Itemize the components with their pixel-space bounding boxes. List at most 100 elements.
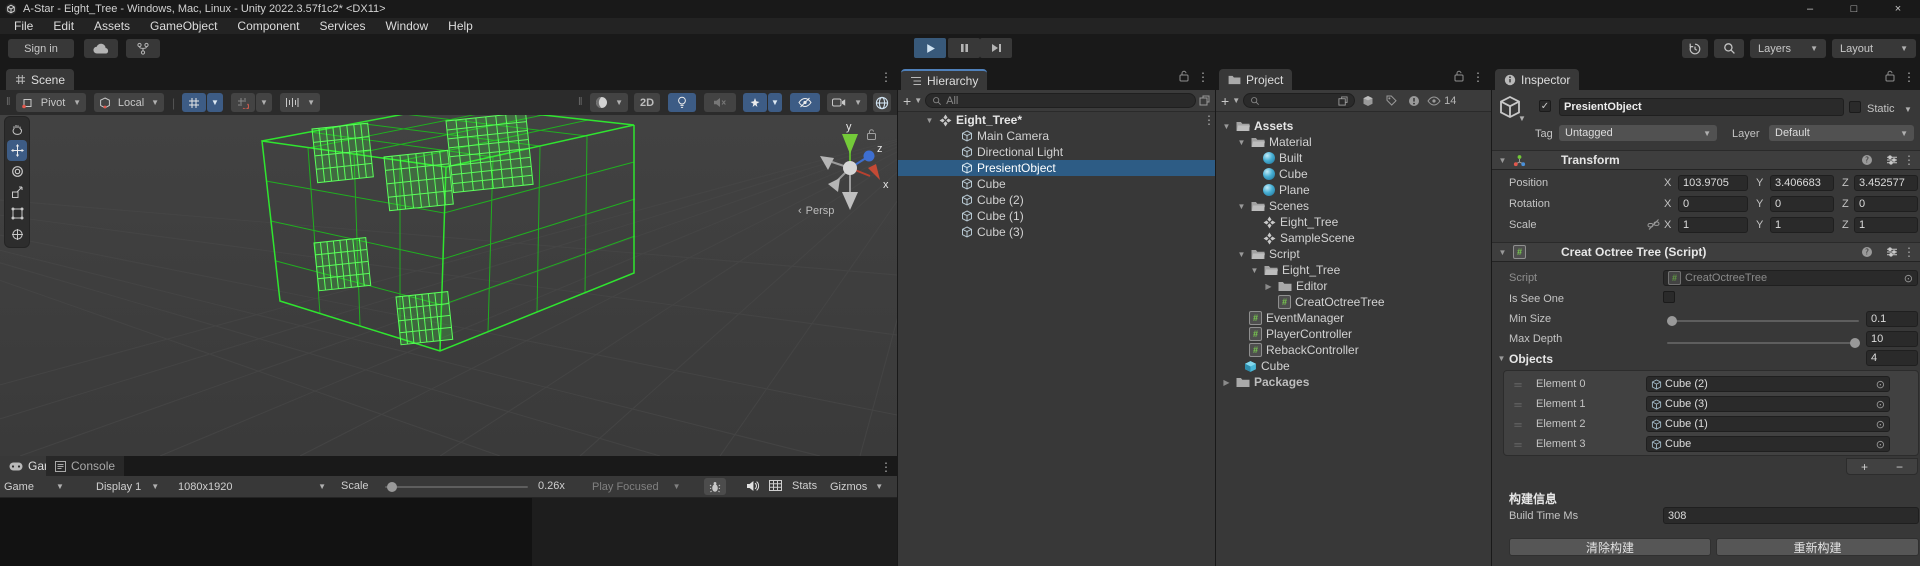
transform-kebab[interactable]: ⋮	[1903, 153, 1915, 167]
foldout-open-icon[interactable]: ▼	[1249, 266, 1260, 275]
play-button[interactable]	[914, 38, 946, 58]
static-checkbox[interactable]	[1849, 101, 1861, 113]
pause-button[interactable]	[948, 38, 980, 58]
drag-handle-icon[interactable]: ＝	[1513, 417, 1522, 432]
static-dropdown-chevron[interactable]: ▼	[1904, 105, 1912, 114]
object-picker-icon[interactable]: ⊙	[1904, 272, 1913, 285]
grid-visibility-toggle[interactable]	[182, 93, 206, 112]
scene-camera-dropdown[interactable]: ▼	[827, 93, 867, 112]
hierarchy-row[interactable]: Cube (2)	[898, 192, 1215, 208]
project-row[interactable]: Plane	[1216, 182, 1491, 198]
lock-icon[interactable]	[866, 128, 877, 141]
toolbar-search-button[interactable]	[1714, 39, 1744, 58]
object-picker-icon[interactable]: ⊙	[1876, 378, 1885, 391]
active-checkbox[interactable]: ✓	[1539, 100, 1551, 112]
hierarchy-row-selected[interactable]: PresientObject	[898, 160, 1215, 176]
hierarchy-row-scene-root[interactable]: ▼ Eight_Tree* ⋮	[898, 112, 1215, 128]
project-row[interactable]: ▼ Scenes	[1216, 198, 1491, 214]
sign-in-button[interactable]: Sign in	[8, 39, 74, 58]
menu-component[interactable]: Component	[227, 18, 309, 34]
drag-handle-icon[interactable]: ‖	[578, 96, 583, 108]
project-row[interactable]: Built	[1216, 150, 1491, 166]
layout-dropdown[interactable]: Layout ▼	[1832, 39, 1916, 58]
tab-scene[interactable]: Scene	[6, 69, 74, 90]
hierarchy-row[interactable]: Main Camera	[898, 128, 1215, 144]
menu-services[interactable]: Services	[309, 18, 375, 34]
help-icon[interactable]: ?	[1861, 154, 1873, 166]
icon-picker-chevron[interactable]: ▼	[1518, 114, 1526, 123]
max-depth-slider[interactable]	[1667, 342, 1859, 344]
presets-icon[interactable]	[1886, 247, 1898, 257]
menu-window[interactable]: Window	[375, 18, 438, 34]
move-tool[interactable]	[7, 140, 27, 161]
snap-increment-dropdown[interactable]: ▼	[280, 93, 320, 112]
project-row[interactable]: Eight_Tree	[1216, 214, 1491, 230]
lock-icon[interactable]	[1885, 70, 1895, 82]
chevron-down-icon[interactable]: ▼	[1232, 96, 1240, 105]
project-search-input[interactable]	[1243, 93, 1355, 108]
remove-element-button[interactable]: −	[1896, 460, 1903, 474]
project-row[interactable]: Cube	[1216, 166, 1491, 182]
project-row[interactable]: # CreatOctreeTree	[1216, 294, 1491, 310]
drag-handle-icon[interactable]: ‖	[6, 96, 11, 108]
rebuild-button[interactable]: 重新构建	[1716, 538, 1919, 556]
element-object-field[interactable]: Cube (3) ⊙	[1646, 396, 1890, 412]
orientation-gizmo[interactable]: y z x	[806, 118, 898, 218]
pivot-dropdown[interactable]: Pivot ▼	[16, 93, 86, 112]
local-dropdown[interactable]: Local ▼	[94, 93, 164, 112]
object-picker-icon[interactable]: ⊙	[1876, 418, 1885, 431]
project-row[interactable]: ▶ Packages	[1216, 374, 1491, 390]
scene-audio-toggle[interactable]	[704, 93, 736, 112]
project-row[interactable]: ▶ Editor	[1216, 278, 1491, 294]
project-row[interactable]: Cube	[1216, 358, 1491, 374]
eye-icon[interactable]	[1427, 96, 1441, 106]
close-button[interactable]: ×	[1876, 0, 1920, 18]
packages-visibility-icon[interactable]	[1358, 95, 1378, 107]
scale-tool[interactable]	[7, 182, 27, 203]
max-depth-knob[interactable]	[1850, 338, 1860, 348]
layers-dropdown[interactable]: Layers ▼	[1750, 39, 1826, 58]
play-focused-dropdown[interactable]: Play Focused ▼	[592, 476, 681, 497]
build-time-field[interactable]: 308	[1663, 507, 1919, 524]
stats-button[interactable]: Stats	[792, 480, 817, 492]
object-picker-icon[interactable]: ⊙	[1876, 398, 1885, 411]
min-size-slider[interactable]	[1667, 320, 1859, 322]
lock-icon[interactable]	[1454, 70, 1464, 82]
snap-dropdown[interactable]: ▼	[256, 93, 272, 112]
project-row[interactable]: ▼ Eight_Tree	[1216, 262, 1491, 278]
scale-z-field[interactable]: 1	[1854, 217, 1918, 233]
open-new-window-icon[interactable]	[1199, 95, 1210, 106]
foldout-open-icon[interactable]: ▼	[1236, 138, 1247, 147]
perspective-toggle[interactable]: ‹ Persp	[798, 205, 834, 217]
max-depth-field[interactable]: 10	[1866, 331, 1918, 347]
scene-effects-toggle[interactable]	[743, 93, 767, 112]
scale-slider[interactable]	[385, 486, 528, 488]
scene-gizmo-globe-button[interactable]	[873, 93, 891, 112]
help-icon[interactable]: ?	[1861, 246, 1873, 258]
view-hand-tool[interactable]	[7, 119, 27, 140]
scene-viewport[interactable]	[0, 115, 897, 456]
resolution-dropdown[interactable]: 1080x1920 ▼	[178, 476, 326, 497]
scene-menu-kebab[interactable]: ⋮	[880, 70, 892, 84]
transform-header[interactable]: ▼ Transform ? ⋮	[1492, 150, 1920, 170]
2d-toggle[interactable]: 2D	[634, 93, 660, 112]
element-object-field[interactable]: Cube (2) ⊙	[1646, 376, 1890, 392]
game-menu-kebab[interactable]: ⋮	[880, 460, 892, 474]
foldout-open-icon[interactable]: ▼	[1221, 122, 1232, 131]
cloud-button[interactable]	[84, 39, 118, 58]
foldout-closed-icon[interactable]: ▶	[1263, 282, 1274, 291]
add-element-button[interactable]: +	[1861, 460, 1868, 474]
foldout-open-icon[interactable]: ▼	[1496, 354, 1507, 363]
position-y-field[interactable]: 3.406683	[1770, 175, 1834, 191]
lock-icon[interactable]	[1179, 70, 1189, 82]
warning-filter-icon[interactable]	[1404, 95, 1424, 107]
open-new-window-icon[interactable]	[1338, 96, 1348, 106]
game-target-dropdown[interactable]: Game ▼	[4, 476, 64, 497]
element-row[interactable]: ＝ Element 2 Cube (1) ⊙	[1504, 415, 1918, 433]
object-name-field[interactable]: PresientObject	[1559, 98, 1844, 116]
foldout-closed-icon[interactable]: ▶	[1221, 378, 1232, 387]
objects-count-field[interactable]: 4	[1866, 350, 1918, 366]
menu-assets[interactable]: Assets	[84, 18, 140, 34]
octree-script-kebab[interactable]: ⋮	[1903, 245, 1915, 259]
version-control-button[interactable]	[126, 39, 160, 58]
